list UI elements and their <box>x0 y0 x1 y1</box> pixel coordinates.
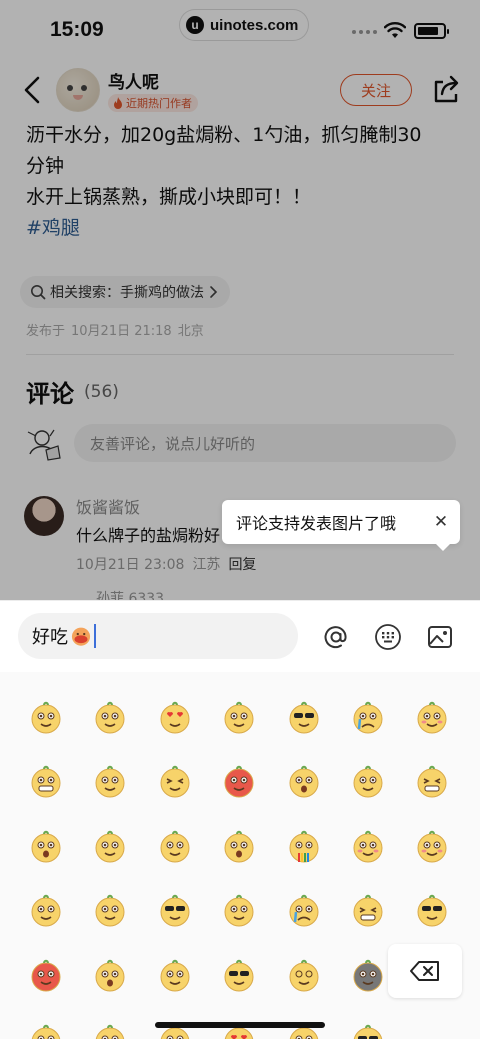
emoji-blank-icon[interactable] <box>93 894 127 928</box>
inline-emoji-icon <box>71 627 91 646</box>
tooltip-text: 评论支持发表图片了哦 <box>236 514 397 533</box>
home-indicator <box>155 1022 325 1028</box>
emoji-squint-icon[interactable] <box>158 765 192 799</box>
emoji-smile-icon[interactable] <box>29 701 63 735</box>
emoji-grin-icon[interactable] <box>415 765 449 799</box>
emoji-blank-icon[interactable] <box>222 701 256 735</box>
emoji-wink-icon[interactable] <box>351 765 385 799</box>
emoji-angry-icon[interactable] <box>222 830 256 864</box>
delete-key-icon <box>410 961 439 981</box>
emoji-heart-icon[interactable] <box>158 701 192 735</box>
emoji-smirk-icon[interactable] <box>415 894 449 928</box>
emoji-sad-icon[interactable] <box>158 830 192 864</box>
emoji-sleepy-icon[interactable] <box>93 765 127 799</box>
emoji-blank-icon[interactable] <box>222 894 256 928</box>
emoji-skull-icon[interactable] <box>351 959 385 993</box>
emoji-red-icon[interactable] <box>222 765 256 799</box>
text-caret <box>94 624 96 648</box>
at-icon[interactable] <box>322 623 350 651</box>
emoji-blush-icon[interactable] <box>415 701 449 735</box>
emoji-laugh-icon[interactable] <box>351 894 385 928</box>
comment-composer: 好吃 <box>0 600 480 672</box>
emoji-keyboard <box>0 672 480 1039</box>
image-icon[interactable] <box>426 623 454 651</box>
emoji-cool-icon[interactable] <box>351 1024 385 1039</box>
emoji-shy-icon[interactable] <box>351 830 385 864</box>
emoji-blush-icon[interactable] <box>415 830 449 864</box>
emoji-shock-icon[interactable] <box>29 830 63 864</box>
emoji-cool-icon[interactable] <box>287 701 321 735</box>
delete-key[interactable] <box>388 944 462 998</box>
emoji-rainbow-icon[interactable] <box>287 830 321 864</box>
emoji-blank-icon[interactable] <box>29 1024 63 1039</box>
emoji-smirk-icon[interactable] <box>222 959 256 993</box>
emoji-cool-icon[interactable] <box>158 894 192 928</box>
emoji-blank-icon[interactable] <box>93 701 127 735</box>
emoji-sick-icon[interactable] <box>93 959 127 993</box>
emoji-angry-icon[interactable] <box>287 765 321 799</box>
emoji-blank-icon[interactable] <box>93 830 127 864</box>
emoji-cry-icon[interactable] <box>351 701 385 735</box>
emoji-dizzy-icon[interactable] <box>287 959 321 993</box>
keyboard-icon[interactable] <box>374 623 402 651</box>
emoji-mad-icon[interactable] <box>29 959 63 993</box>
emoji-blank-icon[interactable] <box>29 894 63 928</box>
emoji-mask-icon[interactable] <box>29 765 63 799</box>
emoji-tear-icon[interactable] <box>287 894 321 928</box>
image-comment-tooltip: 评论支持发表图片了哦 ✕ <box>222 500 460 551</box>
composer-input[interactable]: 好吃 <box>18 613 298 659</box>
emoji-think-icon[interactable] <box>158 959 192 993</box>
emoji-smile-icon[interactable] <box>93 1024 127 1039</box>
close-icon[interactable]: ✕ <box>430 511 452 533</box>
composer-input-text: 好吃 <box>32 627 68 648</box>
